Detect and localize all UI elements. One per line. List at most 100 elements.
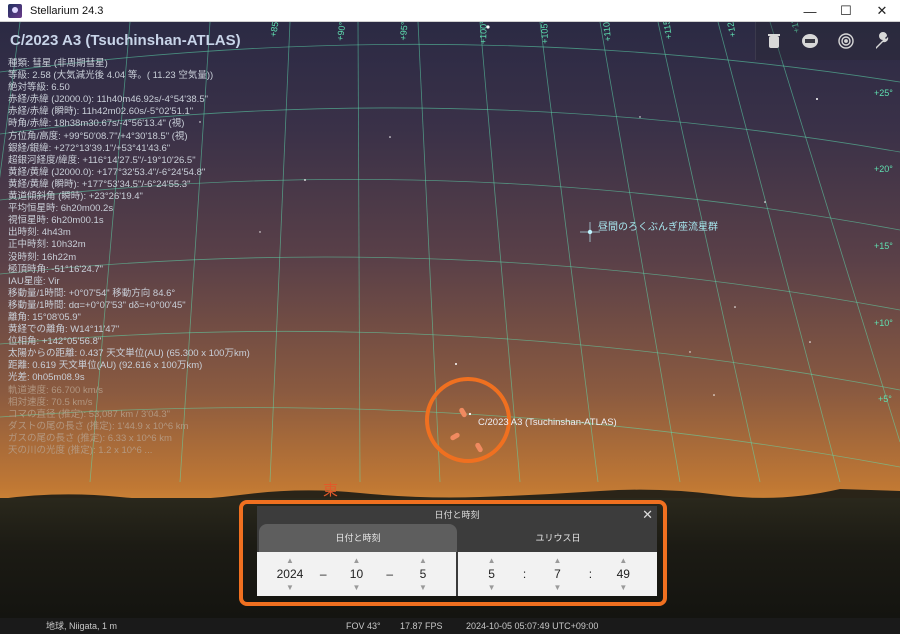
hour-value[interactable]: 5 <box>488 565 495 583</box>
time-separator: : <box>522 567 527 581</box>
az-label-105: +105° <box>539 22 550 44</box>
info-line: ダストの尾の長さ (推定): 1'44.9 x 10^6 km <box>8 420 189 432</box>
date-group: ▲ 2024 ▼ – ▲ 10 ▼ – ▲ 5 ▼ <box>257 552 456 596</box>
status-datetime[interactable]: 2024-10-05 05:07:49 UTC+09:00 <box>466 618 598 634</box>
wrench-icon[interactable] <box>864 22 900 60</box>
increment-arrow-icon[interactable]: ▲ <box>353 556 361 565</box>
decrement-arrow-icon[interactable]: ▼ <box>619 583 627 592</box>
sky-toolbar <box>755 22 900 60</box>
info-line: 時角/赤緯: 18h38m30.67s/-4°56'13.4" (視) <box>8 118 185 130</box>
record-icon[interactable] <box>792 22 828 60</box>
alt-label-15: +15° <box>874 241 893 251</box>
day-value[interactable]: 5 <box>420 565 427 583</box>
meteor-shower-label[interactable]: 昼間のろくぶんぎ座流星群 <box>598 218 718 233</box>
decrement-arrow-icon[interactable]: ▼ <box>554 583 562 592</box>
tab-date-time[interactable]: 日付と時刻 <box>259 524 457 552</box>
info-line: 正中時刻: 10h32m <box>8 239 86 251</box>
window-controls: — ☐ ✕ <box>792 0 900 22</box>
time-group: ▲ 5 ▼ : ▲ 7 ▼ : ▲ 49 ▼ <box>456 552 657 596</box>
date-separator: – <box>319 567 327 581</box>
info-line: コマの直径 (推定): 53,087 km / 3'04.3" <box>8 408 170 420</box>
info-line: 黄道傾斜角 (瞬時): +23°26'19.4" <box>8 191 143 203</box>
window-title: Stellarium 24.3 <box>30 4 104 17</box>
dialog-title: 日付と時刻 <box>434 510 480 520</box>
az-label-95: +95° <box>398 22 410 41</box>
dialog-header: 日付と時刻 ✕ <box>257 506 657 524</box>
month-value[interactable]: 10 <box>350 565 363 583</box>
date-separator: – <box>386 567 394 581</box>
info-line: 赤経/赤緯 (J2000.0): 11h40m46.92s/-4°54'38.5… <box>8 94 208 106</box>
second-spinner[interactable]: ▲ 49 ▼ <box>603 556 643 592</box>
increment-arrow-icon[interactable]: ▲ <box>488 556 496 565</box>
cardinal-east-label: 東 <box>323 482 339 499</box>
info-line: 視恒星時: 6h20m00.1s <box>8 215 104 227</box>
info-line: 離角: 15°08'05.9" <box>8 311 81 323</box>
object-title: C/2023 A3 (Tsuchinshan-ATLAS) <box>10 32 241 49</box>
increment-arrow-icon[interactable]: ▲ <box>619 556 627 565</box>
close-button[interactable]: ✕ <box>864 0 900 22</box>
alt-label-20: +20° <box>874 164 893 174</box>
time-separator: : <box>588 567 593 581</box>
window-titlebar: Stellarium 24.3 — ☐ ✕ <box>0 0 900 22</box>
year-value[interactable]: 2024 <box>277 565 304 583</box>
info-line: 光差: 0h05m08.9s <box>8 372 85 384</box>
trash-icon[interactable] <box>756 22 792 60</box>
status-fov: FOV 43° <box>346 621 381 631</box>
info-line: 極頂時角: -51°16'24.7" <box>8 263 104 275</box>
stellarium-app-icon <box>8 3 22 18</box>
info-line: 方位角/高度: +99°50'08.7"/+4°30'18.5" (視) <box>8 130 188 142</box>
hour-spinner[interactable]: ▲ 5 ▼ <box>472 556 512 592</box>
minute-spinner[interactable]: ▲ 7 ▼ <box>537 556 577 592</box>
month-spinner[interactable]: ▲ 10 ▼ <box>336 556 376 592</box>
comet-label[interactable]: C/2023 A3 (Tsuchinshan-ATLAS) <box>478 417 617 428</box>
decrement-arrow-icon[interactable]: ▼ <box>286 583 294 592</box>
day-spinner[interactable]: ▲ 5 ▼ <box>403 556 443 592</box>
info-line: 移動量/1時間: +0°07'54" 移動方向 84.6° <box>8 287 176 299</box>
info-line: 等級: 2.58 (大気減光後 4.04 等。( 11.23 空気量)) <box>8 70 214 82</box>
info-line: 赤経/赤緯 (瞬時): 11h42m02.60s/-5°02'51.1" <box>8 106 194 118</box>
info-line: ガスの尾の長さ (推定): 6.33 x 10^6 km <box>8 432 172 444</box>
info-line: IAU星座: Vir <box>8 275 60 287</box>
year-spinner[interactable]: ▲ 2024 ▼ <box>270 556 310 592</box>
info-line: 黄経/黄緯 (J2000.0): +177°32'53.4"/-6°24'54.… <box>8 166 206 178</box>
decrement-arrow-icon[interactable]: ▼ <box>488 583 496 592</box>
info-line: 相対速度: 70.5 km/s <box>8 396 93 408</box>
datetime-dialog: 日付と時刻 ✕ 日付と時刻 ユリウス日 ▲ 2024 ▼ – ▲ 10 ▼ – … <box>257 506 657 596</box>
alt-label-25: +25° <box>874 88 893 98</box>
info-line: 超銀河経度/緯度: +116°14'27.5"/-19°10'26.5" <box>8 154 196 166</box>
info-line: 没時刻: 16h22m <box>8 251 77 263</box>
decrement-arrow-icon[interactable]: ▼ <box>419 583 427 592</box>
dialog-tabs: 日付と時刻 ユリウス日 <box>257 524 657 552</box>
minute-value[interactable]: 7 <box>554 565 561 583</box>
info-line: 黄経での離角: W14°11'47" <box>8 324 120 336</box>
info-line: 軌道速度: 66.700 km/s <box>8 384 104 396</box>
info-line: 距離: 0.619 天文単位(AU) (92.616 x 100万km) <box>8 360 203 372</box>
az-label-100: +100° <box>478 22 489 45</box>
minimize-button[interactable]: — <box>792 0 828 22</box>
info-line: 太陽からの距離: 0.437 天文単位(AU) (65.300 x 100万km… <box>8 348 250 360</box>
second-value[interactable]: 49 <box>617 565 630 583</box>
info-line: 絶対等級: 6.50 <box>8 82 70 94</box>
info-line: 黄経/黄緯 (瞬時): +177°53'34.5"/-6°24'55.3" <box>8 178 191 190</box>
maximize-button[interactable]: ☐ <box>828 0 864 22</box>
increment-arrow-icon[interactable]: ▲ <box>554 556 562 565</box>
datetime-fields: ▲ 2024 ▼ – ▲ 10 ▼ – ▲ 5 ▼ ▲ 5 ▼ : ▲ 7 ▼ … <box>257 552 657 596</box>
az-label-115: +115° <box>660 22 674 40</box>
tab-julian-day[interactable]: ユリウス日 <box>459 524 657 552</box>
increment-arrow-icon[interactable]: ▲ <box>286 556 294 565</box>
object-info-panel: 種類: 彗星 (非周期彗星) 等級: 2.58 (大気減光後 4.04 等。( 1… <box>8 58 250 457</box>
az-label-110: +110° <box>600 22 613 42</box>
info-line: 出時刻: 4h43m <box>8 227 71 239</box>
dialog-close-icon[interactable]: ✕ <box>642 506 653 524</box>
status-location[interactable]: 地球, Niigata, 1 m <box>46 618 117 634</box>
info-line: 天の川の光度 (推定): 1.2 x 10^6 ... <box>8 445 153 456</box>
status-bar: 地球, Niigata, 1 m FOV 43° 17.87 FPS 2024-… <box>0 618 900 634</box>
increment-arrow-icon[interactable]: ▲ <box>419 556 427 565</box>
alt-label-5: +5° <box>878 394 892 404</box>
info-line: 平均恒星時: 6h20m00.2s <box>8 203 114 215</box>
info-line: 種類: 彗星 (非周期彗星) <box>8 58 108 69</box>
target-icon[interactable] <box>828 22 864 60</box>
info-line: 移動量/1時間: dα=+0°07'53" dδ=+0°00'45" <box>8 299 186 311</box>
info-line: 銀経/銀緯: +272°13'39.1"/+53°41'43.6" <box>8 142 171 154</box>
decrement-arrow-icon[interactable]: ▼ <box>353 583 361 592</box>
